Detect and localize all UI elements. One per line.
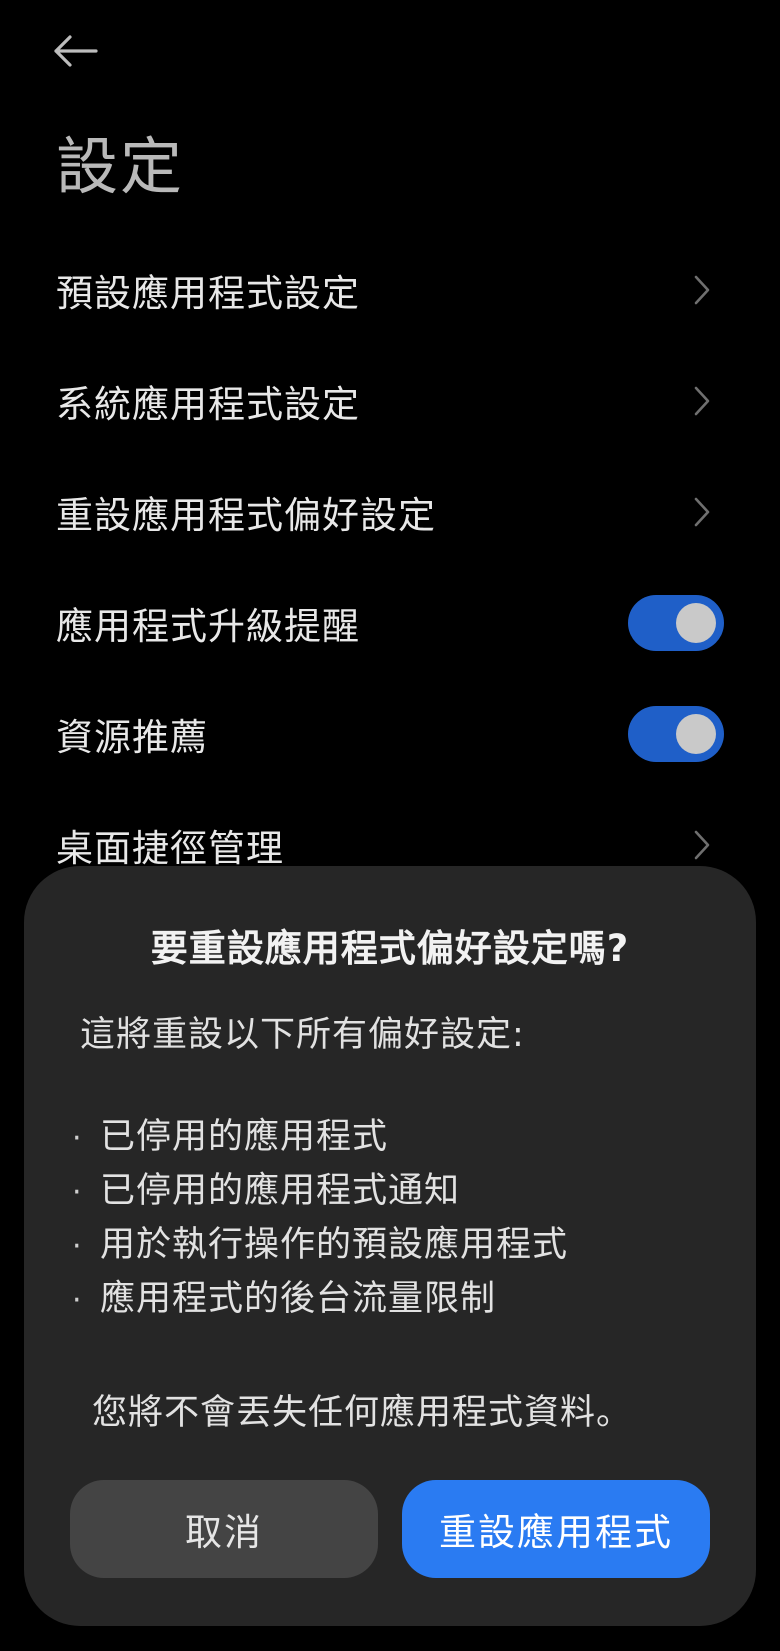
- bullet-icon: ·: [72, 1121, 83, 1156]
- dialog-intro-text: 這將重設以下所有偏好設定:: [80, 1015, 525, 1055]
- bullet-text: 用於執行操作的預設應用程式: [100, 1225, 569, 1265]
- arrow-left-icon: [52, 34, 98, 72]
- page-title: 設定: [56, 130, 185, 203]
- bullet-text: 應用程式的後台流量限制: [100, 1279, 497, 1319]
- bullet-icon: ·: [72, 1283, 83, 1318]
- chevron-right-icon: [690, 494, 714, 530]
- bullet-text: 已停用的應用程式通知: [100, 1171, 461, 1211]
- list-item: · 已停用的應用程式: [72, 1110, 568, 1164]
- settings-item-label: 資源推薦: [56, 715, 208, 759]
- bullet-icon: ·: [72, 1229, 83, 1264]
- app-update-reminder-toggle[interactable]: [628, 594, 724, 651]
- settings-item-system-apps[interactable]: 系統應用程式設定: [0, 345, 780, 456]
- settings-item-default-apps[interactable]: 預設應用程式設定: [0, 234, 780, 345]
- cancel-button[interactable]: 取消: [70, 1480, 378, 1578]
- back-button[interactable]: [52, 30, 108, 76]
- settings-item-label: 應用程式升級提醒: [56, 604, 360, 648]
- reset-apps-button[interactable]: 重設應用程式: [402, 1480, 710, 1578]
- list-item: · 用於執行操作的預設應用程式: [72, 1218, 568, 1272]
- settings-item-reset-app-preferences[interactable]: 重設應用程式偏好設定: [0, 456, 780, 567]
- dialog-button-row: 取消 重設應用程式: [70, 1480, 710, 1578]
- settings-item-label: 重設應用程式偏好設定: [56, 493, 436, 537]
- settings-item-label: 預設應用程式設定: [56, 271, 360, 315]
- reset-preferences-dialog: 要重設應用程式偏好設定嗎? 這將重設以下所有偏好設定: · 已停用的應用程式 · 已…: [24, 866, 756, 1626]
- settings-item-label: 系統應用程式設定: [56, 382, 360, 426]
- list-item: · 應用程式的後台流量限制: [72, 1272, 568, 1326]
- settings-item-app-update-reminder: 應用程式升級提醒: [0, 567, 780, 678]
- resource-recommendation-toggle[interactable]: [628, 705, 724, 762]
- toggle-knob: [676, 602, 716, 643]
- bullet-icon: ·: [72, 1175, 83, 1210]
- chevron-right-icon: [690, 827, 714, 863]
- app-settings-screen: 設定 預設應用程式設定 系統應用程式設定 重設應用程式偏好設定 應用程式升級提醒: [0, 0, 780, 1651]
- settings-item-resource-recommendation: 資源推薦: [0, 678, 780, 789]
- settings-list: 預設應用程式設定 系統應用程式設定 重設應用程式偏好設定 應用程式升級提醒 資源: [0, 234, 780, 900]
- chevron-right-icon: [690, 272, 714, 308]
- toggle-knob: [676, 713, 716, 754]
- bullet-text: 已停用的應用程式: [100, 1117, 389, 1157]
- list-item: · 已停用的應用程式通知: [72, 1164, 568, 1218]
- dialog-title: 要重設應用程式偏好設定嗎?: [150, 927, 630, 970]
- dialog-bullet-list: · 已停用的應用程式 · 已停用的應用程式通知 · 用於執行操作的預設應用程式 · 應用…: [72, 1110, 568, 1326]
- dialog-note-text: 您將不會丟失任何應用程式資料。: [92, 1393, 633, 1433]
- settings-item-label: 桌面捷徑管理: [56, 826, 284, 870]
- chevron-right-icon: [690, 383, 714, 419]
